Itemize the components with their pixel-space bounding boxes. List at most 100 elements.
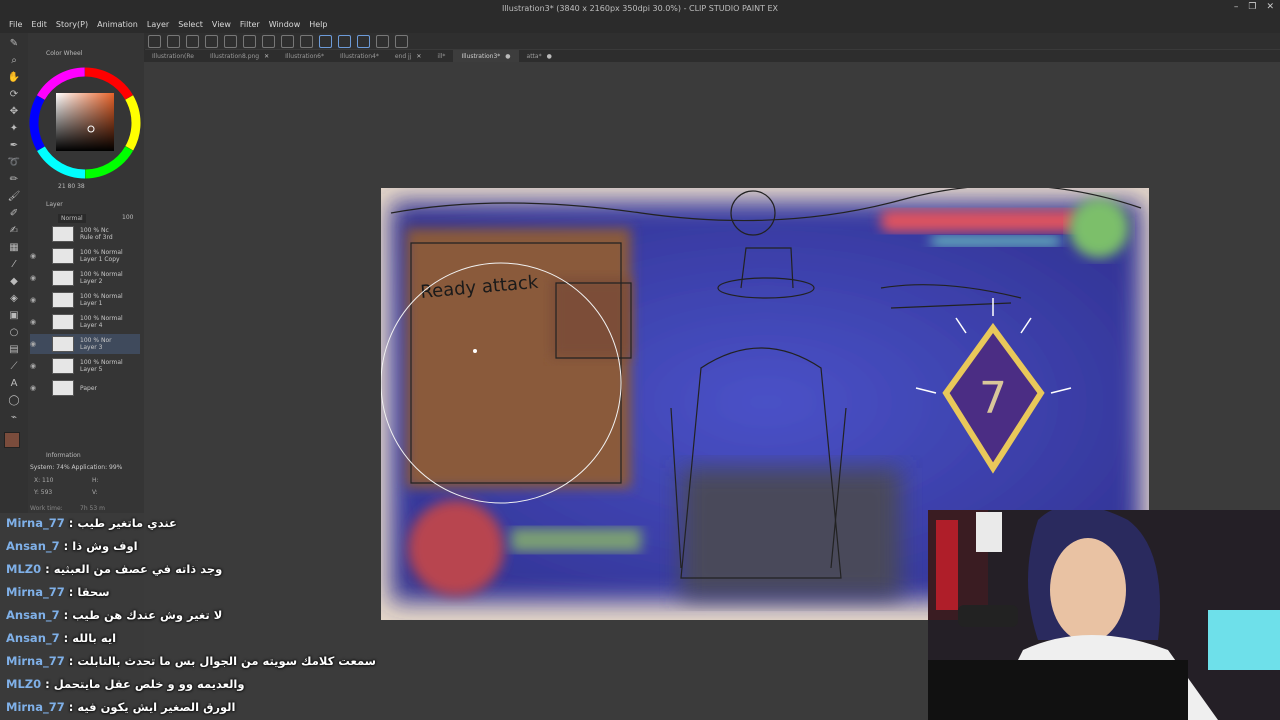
visibility-eye-icon[interactable]: ◉ bbox=[30, 362, 38, 370]
layer-row[interactable]: ◉ 100 % Normal Layer 4 bbox=[30, 312, 140, 332]
gradient-icon[interactable]: ▣ bbox=[4, 308, 24, 322]
chat-username: MLZ0 bbox=[6, 562, 42, 576]
close-tab-icon[interactable]: ● bbox=[505, 53, 510, 60]
main-color-swatch[interactable] bbox=[4, 432, 20, 448]
command-bar bbox=[144, 33, 1280, 49]
blend-mode-select[interactable]: Normal bbox=[58, 214, 86, 223]
chat-message: MLZ0 : وجد ذاته في عصف من العبثيه bbox=[6, 562, 223, 576]
tab-document[interactable]: end jj ✕ bbox=[387, 50, 430, 62]
chat-text: والعديمه وو و خلص عقل مايتحمل bbox=[53, 677, 245, 691]
coord-y: Y: 593 bbox=[34, 489, 53, 496]
coord-h: H: bbox=[92, 477, 99, 484]
visibility-eye-icon[interactable]: ◉ bbox=[30, 340, 38, 348]
pen-icon[interactable]: ✎ bbox=[4, 36, 24, 50]
layer-row[interactable]: ◉ 100 % Normal Layer 1 bbox=[30, 290, 140, 310]
hand-icon[interactable]: ✋ bbox=[4, 70, 24, 84]
layer-thumbnail bbox=[52, 358, 74, 374]
maximize-icon[interactable]: ❐ bbox=[1248, 2, 1256, 12]
shape-icon[interactable]: ○ bbox=[4, 325, 24, 339]
layer-row[interactable]: ◉ Paper bbox=[30, 378, 140, 398]
layer-label: Paper bbox=[80, 384, 97, 392]
svg-text:7: 7 bbox=[979, 373, 1007, 424]
visibility-eye-icon[interactable]: ◉ bbox=[30, 384, 38, 392]
open-icon[interactable] bbox=[167, 34, 180, 48]
tab-document[interactable]: Illustration(Re bbox=[144, 50, 202, 62]
visibility-eye-icon[interactable]: ◉ bbox=[30, 296, 38, 304]
redo-icon[interactable] bbox=[243, 34, 256, 48]
balloon-icon[interactable]: ◯ bbox=[4, 393, 24, 407]
pencil-icon[interactable]: ✏ bbox=[4, 172, 24, 186]
layer-panel-title: Layer bbox=[46, 201, 63, 208]
eraser-icon[interactable]: ◆ bbox=[4, 274, 24, 288]
layer-thumbnail bbox=[52, 292, 74, 308]
airbrush-icon[interactable]: ✍ bbox=[4, 223, 24, 237]
settings-icon[interactable] bbox=[262, 34, 275, 48]
export-icon[interactable] bbox=[205, 34, 218, 48]
menu-story[interactable]: Story(P) bbox=[56, 20, 88, 29]
menu-file[interactable]: File bbox=[9, 20, 22, 29]
text-icon[interactable]: A bbox=[4, 376, 24, 390]
marker-icon[interactable]: ✐ bbox=[4, 206, 24, 220]
move-icon[interactable]: ✥ bbox=[4, 104, 24, 118]
snap-ruler-icon[interactable] bbox=[338, 34, 351, 48]
close-tab-icon[interactable]: ✕ bbox=[416, 53, 421, 60]
layer-row[interactable]: 100 % Nc Rule of 3rd bbox=[30, 224, 140, 244]
window-controls: – ❐ ✕ bbox=[1234, 2, 1274, 12]
snap-icon[interactable] bbox=[319, 34, 332, 48]
layer-row[interactable]: ◉ 100 % Normal Layer 2 bbox=[30, 268, 140, 288]
fill-icon[interactable]: ◈ bbox=[4, 291, 24, 305]
menu-animation[interactable]: Animation bbox=[97, 20, 138, 29]
menu-select[interactable]: Select bbox=[178, 20, 203, 29]
tool-bar: ✎ ⌕ ✋ ⟳ ✥ ✦ ✒ ➰ ✏ 🖌 ✐ ✍ ▦ ⁄ ◆ ◈ ▣ ○ ▤ ⟋ … bbox=[0, 33, 28, 513]
tab-document[interactable]: Illustration4* bbox=[332, 50, 387, 62]
color-wheel[interactable] bbox=[28, 61, 144, 206]
close-tab-icon[interactable]: ✕ bbox=[264, 53, 269, 60]
close-icon[interactable]: ✕ bbox=[1266, 2, 1274, 12]
close-tab-icon[interactable]: ● bbox=[547, 53, 552, 60]
system-usage: System: 74% Application: 99% bbox=[30, 464, 123, 471]
layer-row[interactable]: ◉ 100 % Nor Layer 3 bbox=[30, 334, 140, 354]
minimize-icon[interactable]: – bbox=[1234, 2, 1239, 12]
reference-icon[interactable] bbox=[395, 34, 408, 48]
save-icon[interactable] bbox=[186, 34, 199, 48]
correct-line-icon[interactable]: ⌁ bbox=[4, 410, 24, 424]
lasso-icon[interactable]: ➰ bbox=[4, 155, 24, 169]
window-title: Illustration3* (3840 x 2160px 350dpi 30.… bbox=[501, 4, 779, 13]
frame-icon[interactable]: ▦ bbox=[4, 240, 24, 254]
eyedropper-icon[interactable]: ⁄ bbox=[4, 257, 24, 271]
layer-row[interactable]: ◉ 100 % Normal Layer 1 Copy bbox=[30, 246, 140, 266]
rotate-icon[interactable]: ⟳ bbox=[4, 87, 24, 101]
snap-grid-icon[interactable] bbox=[357, 34, 370, 48]
ruler-icon[interactable]: ⟋ bbox=[4, 359, 24, 373]
menu-filter[interactable]: Filter bbox=[240, 20, 260, 29]
tab-document[interactable]: atta* ● bbox=[519, 50, 560, 62]
transform-icon[interactable] bbox=[300, 34, 313, 48]
select-icon[interactable]: ✦ bbox=[4, 121, 24, 135]
visibility-eye-icon[interactable]: ◉ bbox=[30, 318, 38, 326]
zoom-icon[interactable]: ⌕ bbox=[4, 53, 24, 67]
tab-document[interactable]: Illustration6* bbox=[277, 50, 332, 62]
coord-v: V: bbox=[92, 489, 98, 496]
tab-document[interactable]: ill* bbox=[429, 50, 453, 62]
chat-username: Ansan_7 bbox=[6, 539, 60, 553]
opacity-value[interactable]: 100 bbox=[122, 214, 133, 221]
tab-document[interactable]: Illustration8.png ✕ bbox=[202, 50, 277, 62]
visibility-eye-icon[interactable]: ◉ bbox=[30, 252, 38, 260]
menu-layer[interactable]: Layer bbox=[147, 20, 169, 29]
layer-icon[interactable]: ▤ bbox=[4, 342, 24, 356]
chat-username: Mirna_77 bbox=[6, 654, 65, 668]
menu-help[interactable]: Help bbox=[309, 20, 327, 29]
menu-view[interactable]: View bbox=[212, 20, 231, 29]
chat-username: Mirna_77 bbox=[6, 700, 65, 714]
undo-icon[interactable] bbox=[224, 34, 237, 48]
layer-row[interactable]: ◉ 100 % Normal Layer 5 bbox=[30, 356, 140, 376]
new-file-icon[interactable] bbox=[148, 34, 161, 48]
pen-tool-icon[interactable]: ✒ bbox=[4, 138, 24, 152]
visibility-eye-icon[interactable]: ◉ bbox=[30, 274, 38, 282]
tab-document-active[interactable]: Illustration3* ● bbox=[453, 50, 519, 62]
brush-icon[interactable]: 🖌 bbox=[4, 189, 24, 203]
menu-window[interactable]: Window bbox=[269, 20, 301, 29]
menu-edit[interactable]: Edit bbox=[31, 20, 47, 29]
fill-icon[interactable] bbox=[281, 34, 294, 48]
layer-settings-icon[interactable] bbox=[376, 34, 389, 48]
